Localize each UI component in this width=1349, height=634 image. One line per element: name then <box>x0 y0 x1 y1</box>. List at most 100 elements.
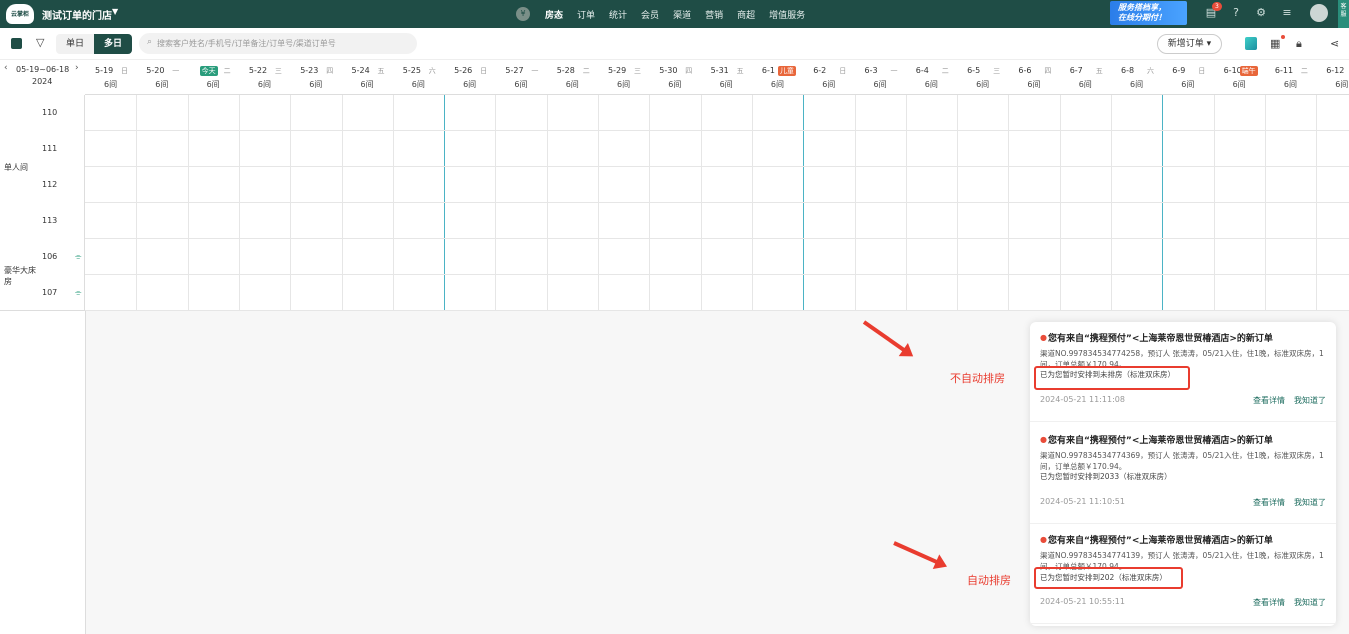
grid-row-line <box>85 166 1349 167</box>
room-number[interactable]: 112 <box>42 180 57 189</box>
prev-arrow-icon[interactable]: ‹ <box>4 63 8 73</box>
search-input[interactable] <box>157 37 407 50</box>
date-column-header[interactable]: 6-1 儿童 6间 <box>752 63 803 95</box>
date-column-header[interactable]: 5-28 二 6间 <box>547 63 598 95</box>
view-details-link[interactable]: 查看详情 <box>1253 395 1285 406</box>
available-count: 6间 <box>668 80 682 89</box>
weekday-label: 二 <box>1300 67 1308 75</box>
help-icon[interactable]: ? <box>1229 6 1243 20</box>
date-label: 5-26 <box>454 66 473 75</box>
view-details-link[interactable]: 查看详情 <box>1253 497 1285 508</box>
date-column-header[interactable]: 6-4 二 6间 <box>906 63 957 95</box>
available-count: 6间 <box>1078 80 1092 89</box>
filter-icon[interactable]: ▽ <box>36 36 44 49</box>
acknowledge-link[interactable]: 我知道了 <box>1294 497 1326 508</box>
room-number[interactable]: 110 <box>42 108 57 117</box>
customer-service-tab[interactable]: 客服 <box>1338 0 1349 28</box>
date-column-header[interactable]: 5-26 日 6间 <box>444 63 495 95</box>
date-column-header[interactable]: 6-3 一 6间 <box>855 63 906 95</box>
nav-item-stats[interactable]: 统计 <box>609 8 627 21</box>
date-column-header[interactable]: 5-19 日 6间 <box>85 63 136 95</box>
date-column-header[interactable]: 6-8 六 6间 <box>1111 63 1162 95</box>
date-label: 5-27 <box>505 66 524 75</box>
acknowledge-link[interactable]: 我知道了 <box>1294 395 1326 406</box>
grid-column-line <box>598 95 599 311</box>
app-logo[interactable]: 云掌柜 <box>6 4 34 24</box>
weekday-label: 五 <box>736 67 744 75</box>
date-column-header[interactable]: 6-10 端午 6间 <box>1214 63 1265 95</box>
promo-banner[interactable]: 服务搭档享， 在线分期付！ <box>1110 1 1187 25</box>
nav-item-room-status[interactable]: 房态 <box>545 8 563 21</box>
notification-badge: 3 <box>1212 2 1222 11</box>
layout-icon[interactable] <box>11 38 22 49</box>
nav-item-channels[interactable]: 渠道 <box>673 8 691 21</box>
channel-icon[interactable]: ⌯ <box>75 252 81 262</box>
next-arrow-icon[interactable]: › <box>75 63 79 73</box>
date-column-header[interactable]: 6-12 6间 <box>1316 63 1349 95</box>
multi-day-button[interactable]: 多日 <box>94 34 133 54</box>
grid-row-line <box>85 130 1349 131</box>
room-number[interactable]: 106 <box>42 252 57 261</box>
available-count: 6间 <box>565 80 579 89</box>
room-type-label: 豪华大床房 <box>4 266 36 286</box>
cube-icon[interactable] <box>1245 37 1257 50</box>
single-day-button[interactable]: 单日 <box>56 34 94 54</box>
date-column-header[interactable]: 今天二 6间 <box>188 63 239 95</box>
nav-item-value-added[interactable]: 增值服务 <box>769 8 805 21</box>
date-range-label[interactable]: 05-19~06-18 <box>16 65 69 74</box>
room-number[interactable]: 113 <box>42 216 57 225</box>
grid-column-line <box>238 95 240 311</box>
date-label: 5-31 <box>710 66 729 75</box>
date-column-header[interactable]: 6-11 二 6间 <box>1265 63 1316 95</box>
grid-column-line <box>392 95 394 311</box>
lock-icon[interactable]: 🔒︎ <box>1296 37 1302 51</box>
store-name[interactable]: 测试订单的门店 <box>42 7 112 22</box>
date-range: ‹ 05-19~06-18 › 2024 <box>0 63 85 93</box>
yuan-icon: ¥ <box>516 7 530 21</box>
room-number[interactable]: 107 <box>42 288 57 297</box>
nav-item-mall[interactable]: 商超 <box>737 8 755 21</box>
menu-icon[interactable]: ≡ <box>1280 6 1294 20</box>
channel-icon[interactable]: ⌯ <box>75 288 81 298</box>
grid-column-line <box>187 95 189 311</box>
date-column-header[interactable]: 6-9 日 6间 <box>1162 63 1213 95</box>
date-column-header[interactable]: 6-2 日 6间 <box>803 63 854 95</box>
highlight-box-1 <box>1034 366 1190 390</box>
available-count: 6间 <box>617 80 631 89</box>
nav-item-members[interactable]: 会员 <box>641 8 659 21</box>
share-icon[interactable]: ⋖ <box>1330 37 1339 50</box>
date-column-header[interactable]: 5-20 一 6间 <box>136 63 187 95</box>
weekday-label: 三 <box>274 67 282 75</box>
unread-dot: ● <box>1040 435 1047 444</box>
grid-column-line <box>1213 95 1215 311</box>
date-column-header[interactable]: 5-23 四 6间 <box>290 63 341 95</box>
available-count: 6间 <box>1283 80 1297 89</box>
holiday-badge: 端午 <box>1239 66 1258 76</box>
room-number[interactable]: 111 <box>42 144 57 153</box>
date-column-header[interactable]: 5-22 三 6间 <box>239 63 290 95</box>
date-label: 6-3 <box>864 66 878 75</box>
date-column-header[interactable]: 5-30 四 6间 <box>649 63 700 95</box>
notification-time: 2024-05-21 10:55:11 <box>1040 597 1125 606</box>
view-details-link[interactable]: 查看详情 <box>1253 597 1285 608</box>
nav-item-marketing[interactable]: 营销 <box>705 8 723 21</box>
calendar-icon[interactable]: ▦ <box>1270 37 1280 50</box>
available-count: 6间 <box>822 80 836 89</box>
main-nav: ¥ 房态 订单 统计 会员 渠道 营销 商超 增值服务 <box>516 4 819 24</box>
gear-icon[interactable]: ⚙ <box>1254 6 1268 20</box>
date-column-header[interactable]: 6-6 四 6间 <box>1008 63 1059 95</box>
weekday-label: 四 <box>685 67 693 75</box>
date-column-header[interactable]: 6-5 三 6间 <box>957 63 1008 95</box>
date-column-header[interactable]: 5-24 五 6间 <box>342 63 393 95</box>
date-column-header[interactable]: 5-29 三 6间 <box>598 63 649 95</box>
date-column-header[interactable]: 5-25 六 6间 <box>393 63 444 95</box>
avatar[interactable] <box>1310 4 1328 22</box>
caret-down-icon[interactable]: ▼ <box>112 7 118 16</box>
date-label: 6-8 <box>1121 66 1135 75</box>
nav-item-orders[interactable]: 订单 <box>577 8 595 21</box>
date-column-header[interactable]: 5-27 一 6间 <box>495 63 546 95</box>
date-column-header[interactable]: 5-31 五 6间 <box>701 63 752 95</box>
acknowledge-link[interactable]: 我知道了 <box>1294 597 1326 608</box>
date-column-header[interactable]: 6-7 五 6间 <box>1060 63 1111 95</box>
new-order-button[interactable]: 新增订单 ▾ <box>1157 34 1222 54</box>
